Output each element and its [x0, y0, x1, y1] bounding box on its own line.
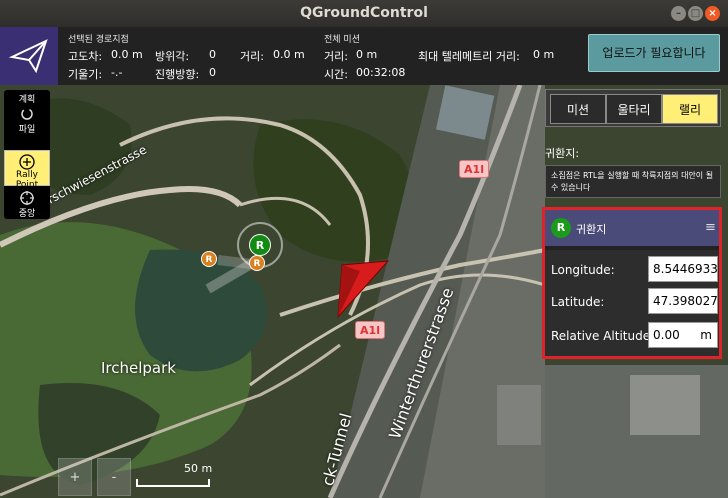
rtl-description: 소집점은 RTL을 실행할 때 착륙지점의 대안이 될 수 있습니다: [545, 165, 721, 198]
close-button[interactable]: ×: [705, 6, 720, 21]
gradient-label: 기울기:: [68, 68, 103, 81]
road-sign-a1-top: A1l: [459, 160, 489, 178]
longitude-input[interactable]: 8.5446933: [648, 256, 718, 282]
time-label: 시간:: [324, 68, 348, 81]
tool-center[interactable]: 중앙: [4, 187, 50, 220]
rally-point-editor: R 귀환지 ≡ Longitude: 8.5446933 Latitude: 4…: [542, 207, 722, 359]
rally-point-marker-orange-1[interactable]: R: [201, 251, 217, 267]
altitude-label: 고도차:: [68, 50, 103, 63]
zoom-out-button[interactable]: -: [97, 458, 131, 496]
map-scale-label: 50 m: [184, 462, 213, 475]
plus-circle-icon: [19, 154, 35, 170]
road-sign-a1-bottom: A1l: [355, 321, 385, 339]
hamburger-menu-icon[interactable]: ≡: [705, 220, 716, 235]
tab-mission[interactable]: 미션: [550, 94, 606, 124]
rally-point-badge: R: [551, 218, 571, 238]
rally-point-marker-orange-2[interactable]: R: [249, 255, 265, 271]
heading-label: 진행방향:: [155, 68, 200, 81]
distance-label: 거리:: [240, 50, 264, 63]
rally-point-fields: Longitude: 8.5446933 Latitude: 47.398027…: [545, 250, 719, 356]
tool-plan-label: 계획: [18, 95, 36, 105]
minimize-button[interactable]: –: [671, 6, 686, 21]
plan-logo[interactable]: [0, 27, 58, 85]
latitude-input[interactable]: 47.3980275: [648, 288, 718, 314]
plan-toolbar: 선택된 경로지점 고도차: 0.0 m 기울기: -.- 방위각: 0 진행방향…: [0, 27, 728, 85]
paper-plane-icon: [8, 39, 48, 74]
relative-altitude-value: 0.00: [653, 328, 680, 342]
rally-point-editor-header: R 귀환지 ≡: [545, 210, 719, 246]
rally-point-title: 귀환지: [576, 223, 607, 236]
tab-rally[interactable]: 랠리: [662, 94, 718, 124]
relative-altitude-input[interactable]: 0.00 m: [648, 322, 718, 348]
relative-altitude-unit: m: [700, 328, 712, 342]
park-label: Irchelpark: [101, 359, 176, 377]
total-distance-value: 0 m: [356, 48, 378, 61]
crosshair-icon: [20, 191, 34, 205]
tool-rally-point[interactable]: Rally Point: [4, 150, 50, 190]
plan-toolstrip: 계획 파일 Rally Point 중앙: [4, 90, 50, 219]
map-scale-bar: [136, 479, 210, 487]
rally-point-marker[interactable]: R: [249, 234, 271, 256]
selected-waypoint-header: 선택된 경로지점: [68, 35, 129, 45]
rtl-header: 귀환지:: [545, 147, 580, 160]
tool-file-label: 파일: [18, 125, 36, 135]
latitude-label: Latitude:: [551, 295, 605, 309]
azimuth-label: 방위각:: [155, 50, 190, 63]
max-telemetry-label: 최대 텔레메트리 거리:: [418, 50, 520, 63]
window-titlebar: QGroundControl – □ ×: [0, 0, 728, 27]
tool-plan[interactable]: 계획: [4, 90, 50, 123]
altitude-value: 0.0 m: [111, 48, 143, 61]
plan-type-tabs: 미션 울타리 랠리: [545, 89, 721, 127]
tool-center-label: 중앙: [18, 209, 36, 219]
gradient-value: -.-: [111, 66, 123, 79]
maximize-button[interactable]: □: [688, 6, 703, 21]
max-telemetry-value: 0 m: [533, 48, 555, 61]
window-title: QGroundControl: [300, 5, 428, 21]
total-distance-label: 거리:: [324, 50, 348, 63]
upload-button[interactable]: 업로드가 필요합니다: [588, 34, 720, 72]
tool-file[interactable]: 파일: [4, 120, 50, 153]
distance-value: 0.0 m: [273, 48, 305, 61]
total-mission-header: 전체 미션: [324, 35, 360, 45]
azimuth-value: 0: [209, 48, 216, 61]
longitude-label: Longitude:: [551, 263, 615, 277]
tab-fence[interactable]: 울타리: [606, 94, 662, 124]
relative-altitude-label: Relative Altitude:: [551, 329, 655, 343]
zoom-in-button[interactable]: +: [58, 458, 92, 496]
time-value: 00:32:08: [356, 66, 406, 79]
heading-value: 0: [209, 66, 216, 79]
